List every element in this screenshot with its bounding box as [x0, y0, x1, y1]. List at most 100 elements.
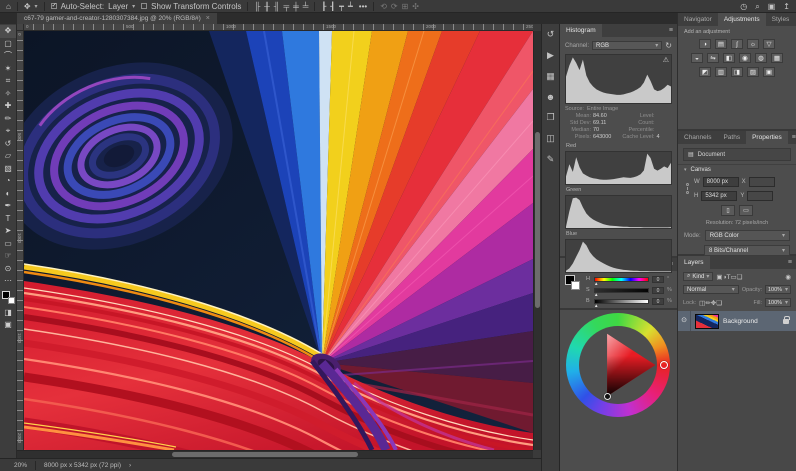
brightness-slider[interactable]: ▲ — [594, 299, 649, 304]
quick-mask-icon[interactable]: ◨ — [0, 307, 16, 320]
refresh-histogram-icon[interactable]: ↻ — [665, 41, 672, 50]
canvas[interactable] — [24, 31, 533, 450]
align-icon[interactable]: ╤ — [283, 0, 289, 13]
layer-thumbnail[interactable] — [695, 314, 719, 329]
more-options-icon[interactable]: ••• — [359, 0, 367, 13]
active-tool-icon[interactable]: ✥▾ — [24, 2, 38, 11]
panel-menu-icon[interactable]: ≡ — [784, 256, 796, 269]
hand-tool[interactable]: ☞ — [0, 250, 16, 263]
hue-marker[interactable] — [660, 361, 668, 369]
gradient-tool[interactable]: ▧ — [0, 163, 16, 176]
align-icon[interactable]: ╢ — [274, 0, 280, 13]
status-chevron-icon[interactable]: › — [129, 462, 131, 469]
saturation-slider[interactable]: ▲ — [594, 288, 649, 293]
lasso-tool[interactable]: ⌒ — [0, 50, 16, 63]
distribute-icon[interactable]: ┨ — [330, 0, 335, 13]
horizontal-scrollbar[interactable] — [17, 450, 533, 458]
layer-lock-icon[interactable] — [783, 319, 789, 324]
glyphs-panel-icon[interactable]: ◫ — [546, 133, 555, 144]
hue-value-field[interactable]: 0 — [652, 276, 664, 283]
comments-panel-icon[interactable]: ☻ — [546, 92, 555, 102]
distribute-icon[interactable]: ┷ — [348, 0, 353, 13]
show-transform-checkbox[interactable] — [141, 3, 147, 9]
layer-row-background[interactable]: ⊙ Background — [678, 311, 796, 331]
panel-menu-icon[interactable]: ≡ — [788, 131, 796, 144]
height-field[interactable]: 5342 px — [701, 191, 737, 201]
edit-toolbar[interactable]: ⋯ — [0, 275, 16, 288]
history-panel-icon[interactable]: ↺ — [547, 29, 555, 40]
path-selection-tool[interactable]: ➤ — [0, 225, 16, 238]
channel-mixer-adjustment-icon[interactable]: ◍ — [755, 53, 767, 63]
screen-mode-icon[interactable]: ▣ — [0, 319, 16, 332]
search-icon[interactable]: ⌕ — [755, 0, 759, 13]
brightness-value-field[interactable]: 0 — [652, 298, 664, 305]
gradient-map-adjustment-icon[interactable]: ▨ — [747, 67, 759, 77]
posterize-adjustment-icon[interactable]: ▥ — [715, 67, 727, 77]
threshold-adjustment-icon[interactable]: ◨ — [731, 67, 743, 77]
healing-brush-tool[interactable]: ✚ — [0, 100, 16, 113]
filter-type-icon[interactable]: ❏ — [737, 274, 743, 281]
canvas-section-header[interactable]: ▾Canvas — [678, 164, 796, 175]
color-balance-adjustment-icon[interactable]: ⇋ — [707, 53, 719, 63]
lock-type-icon[interactable]: ❏ — [716, 300, 722, 307]
close-tab-icon[interactable]: × — [206, 15, 210, 22]
pen-tool[interactable]: ✒ — [0, 200, 16, 213]
tab-properties[interactable]: Properties — [746, 131, 788, 144]
color-lookup-adjustment-icon[interactable]: ▦ — [771, 53, 783, 63]
color-swatches[interactable] — [565, 275, 581, 291]
color-marker[interactable] — [604, 393, 611, 400]
dodge-tool[interactable]: ◐ — [0, 188, 16, 201]
blur-tool[interactable]: ◔ — [0, 175, 16, 188]
align-icon[interactable]: ╫ — [264, 0, 270, 13]
history-brush-tool[interactable]: ↺ — [0, 138, 16, 151]
exposure-adjustment-icon[interactable]: ☼ — [747, 39, 759, 49]
selective-color-adjustment-icon[interactable]: ▣ — [763, 67, 775, 77]
black-white-adjustment-icon[interactable]: ◧ — [723, 53, 735, 63]
vibrance-adjustment-icon[interactable]: ▽ — [763, 39, 775, 49]
hue-saturation-adjustment-icon[interactable]: ◒ — [691, 53, 703, 63]
filter-toggle-icon[interactable]: ◉ — [785, 273, 791, 281]
tab-paths[interactable]: Paths — [717, 131, 746, 144]
cache-warning-icon[interactable]: ⚠ — [663, 56, 669, 64]
panel-menu-icon[interactable]: ≡ — [665, 24, 677, 37]
document-tab[interactable]: c67-79 gamer-and-creator-1280307384.jpg … — [17, 13, 217, 24]
info-panel-icon[interactable]: ▦ — [546, 71, 555, 82]
workspace-switcher-icon[interactable]: ▣ — [768, 0, 776, 13]
vertical-scrollbar-thumb[interactable] — [535, 132, 540, 308]
tab-styles[interactable]: Styles — [766, 13, 796, 26]
tab-navigator[interactable]: Navigator — [678, 13, 718, 26]
portrait-orientation-button[interactable]: ▯ — [721, 205, 735, 216]
link-dimensions-icon[interactable] — [684, 177, 690, 201]
photo-filter-adjustment-icon[interactable]: ◉ — [739, 53, 751, 63]
type-tool[interactable]: T — [0, 213, 16, 226]
background-color-swatch[interactable] — [8, 297, 15, 304]
curves-adjustment-icon[interactable]: ʃ — [731, 39, 743, 49]
auto-select-target-select[interactable]: Layer▾ — [108, 2, 135, 11]
color-mode-select[interactable]: RGB Color▾ — [705, 230, 790, 241]
export-panel-icon[interactable]: ❐ — [546, 112, 554, 123]
notes-panel-icon[interactable]: ✎ — [547, 154, 555, 165]
clone-stamp-tool[interactable]: ⌖ — [0, 125, 16, 138]
width-field[interactable]: 8000 px — [703, 177, 739, 187]
brush-tool[interactable]: ✏ — [0, 113, 16, 126]
saturation-value-field[interactable]: 0 — [652, 287, 664, 294]
landscape-orientation-button[interactable]: ▭ — [739, 205, 753, 216]
zoom-tool[interactable]: ⊙ — [0, 263, 16, 276]
share-icon[interactable]: ↥ — [783, 0, 790, 13]
horizontal-scrollbar-thumb[interactable] — [172, 452, 358, 457]
tab-adjustments[interactable]: Adjustments — [718, 13, 766, 26]
invert-adjustment-icon[interactable]: ◩ — [699, 67, 711, 77]
actions-panel-icon[interactable]: ▶ — [547, 50, 554, 61]
vertical-scrollbar[interactable] — [533, 31, 541, 450]
zoom-level-field[interactable]: 20% — [14, 462, 27, 469]
shape-tool[interactable]: ▭ — [0, 238, 16, 251]
home-icon[interactable]: ⌂ — [6, 0, 11, 13]
histogram-source-select[interactable]: Entire Image — [587, 106, 618, 113]
quick-selection-tool[interactable]: ✶ — [0, 63, 16, 76]
align-icon[interactable]: ╧ — [303, 0, 309, 13]
channel-select[interactable]: RGB▾ — [592, 41, 662, 50]
fill-field[interactable]: 100%▾ — [765, 298, 791, 307]
opacity-field[interactable]: 100%▾ — [765, 285, 791, 294]
marquee-tool[interactable]: ▢ — [0, 38, 16, 51]
tab-channels[interactable]: Channels — [678, 131, 717, 144]
